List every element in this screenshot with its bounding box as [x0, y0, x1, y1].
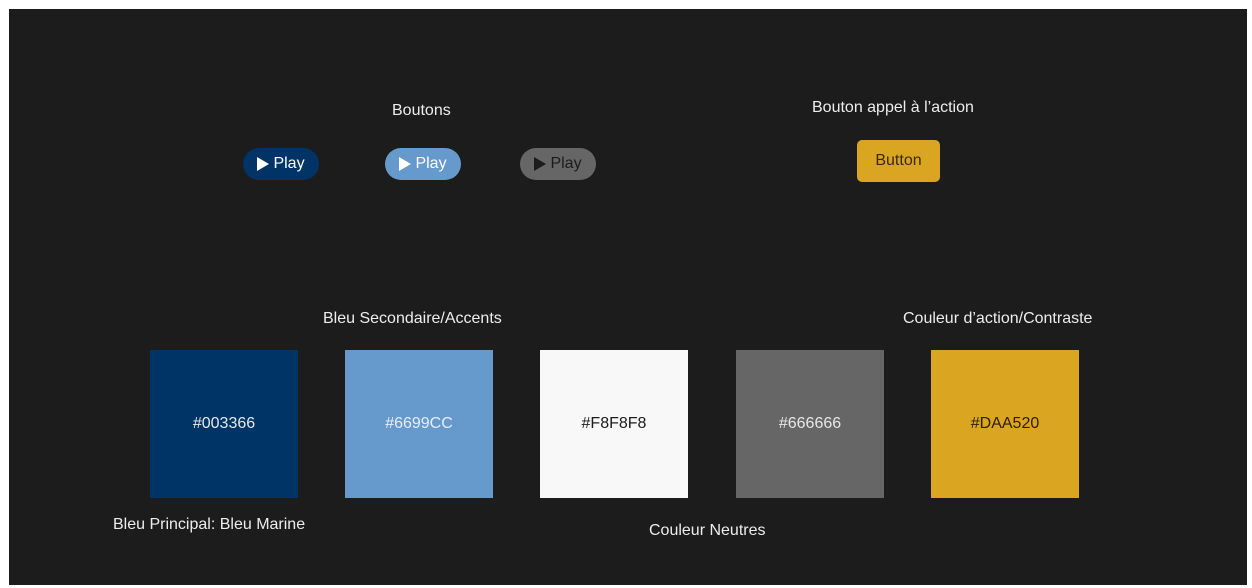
swatch-action-gold: #DAA520 — [931, 350, 1079, 498]
play-button-secondary[interactable]: Play — [385, 148, 461, 180]
cta-section-title: Bouton appel à l’action — [812, 99, 974, 116]
primary-blue-label: Bleu Principal: Bleu Marine — [113, 516, 306, 533]
play-icon — [257, 157, 270, 171]
swatch-gray-neutral: #666666 — [736, 350, 884, 498]
play-button-label: Play — [550, 155, 582, 172]
swatch-primary-blue: #003366 — [150, 350, 298, 498]
play-icon — [534, 157, 547, 171]
play-button-primary[interactable]: Play — [243, 148, 319, 180]
neutral-colors-label: Couleur Neutres — [649, 522, 766, 539]
play-button-label: Play — [273, 155, 305, 172]
cta-button[interactable]: Button — [857, 140, 940, 182]
play-button-label: Play — [415, 155, 447, 172]
canvas-frame — [9, 9, 1247, 585]
swatch-secondary-blue: #6699CC — [345, 350, 493, 498]
play-button-neutral[interactable]: Play — [520, 148, 596, 180]
secondary-blue-label: Bleu Secondaire/Accents — [323, 310, 502, 327]
action-color-label: Couleur d’action/Contraste — [903, 310, 1093, 327]
buttons-section-title: Boutons — [392, 102, 451, 119]
play-icon — [399, 157, 412, 171]
swatch-light-neutral: #F8F8F8 — [540, 350, 688, 498]
